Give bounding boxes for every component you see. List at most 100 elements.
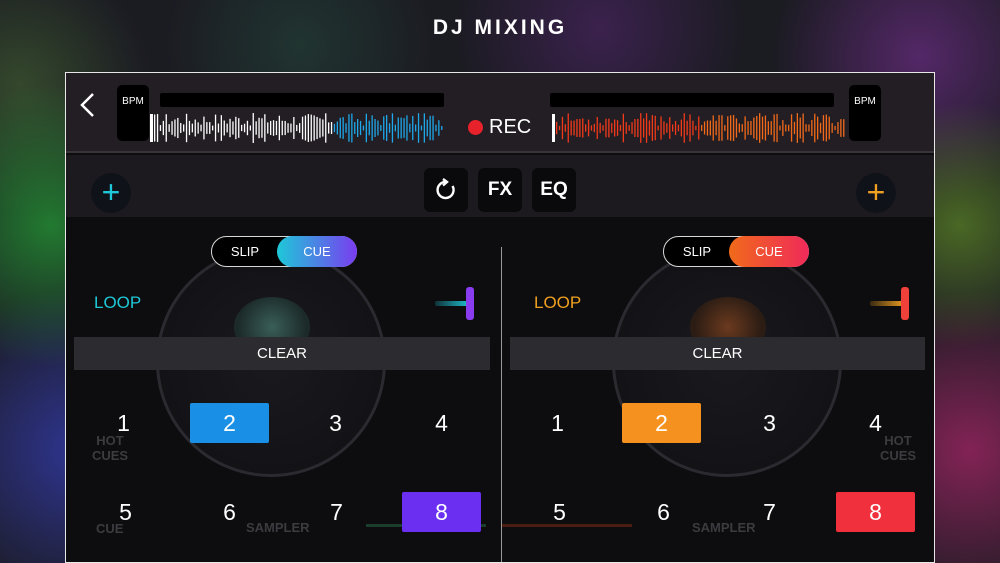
right-pad-7[interactable]: 7: [730, 492, 809, 532]
left-slip-cue-toggle[interactable]: SLIP CUE: [211, 235, 357, 267]
left-pad-4[interactable]: 4: [402, 403, 481, 443]
waveform-bar-segment: [648, 120, 651, 136]
right-waveform[interactable]: [552, 111, 852, 145]
waveform-bar-segment: [206, 122, 208, 134]
right-pad-4[interactable]: 4: [836, 403, 915, 443]
waveform-bar-segment: [825, 114, 827, 142]
waveform-bar-segment: [741, 124, 743, 132]
reset-button[interactable]: [424, 168, 468, 212]
waveform-bar-segment: [654, 115, 656, 141]
chevron-left-icon[interactable]: [78, 91, 98, 119]
waveform-bar-segment: [585, 124, 587, 132]
waveform-bar-segment: [759, 113, 761, 143]
waveform-bar-segment: [672, 124, 674, 132]
waveform-bar-segment: [799, 117, 801, 139]
left-slip-option[interactable]: SLIP: [212, 244, 278, 259]
waveform-bar-segment: [351, 113, 353, 143]
waveform-bar-segment: [709, 120, 711, 136]
waveform-bar-segment: [409, 123, 411, 133]
left-cue-option[interactable]: CUE: [277, 235, 357, 267]
waveform-bar-segment: [371, 115, 373, 141]
waveform-bar-segment: [200, 124, 202, 132]
waveform-bar-segment: [226, 123, 228, 133]
waveform-bar-segment: [223, 120, 225, 136]
eq-button[interactable]: EQ: [532, 168, 576, 212]
waveform-bar-segment: [663, 121, 665, 135]
right-slip-option[interactable]: SLIP: [664, 244, 730, 259]
left-pad-7[interactable]: 7: [297, 492, 376, 532]
waveform-bar-segment: [168, 124, 170, 132]
left-loop-label[interactable]: LOOP: [94, 293, 141, 313]
waveform-bar-segment: [301, 116, 304, 140]
right-pad-5[interactable]: 5: [520, 492, 599, 532]
waveform-bar-segment: [377, 120, 379, 136]
right-slip-cue-toggle[interactable]: SLIP CUE: [663, 235, 809, 267]
left-bpm-display[interactable]: BPM: [117, 85, 149, 141]
waveform-bar-segment: [174, 119, 176, 137]
right-deck: HOT CUES SAMPLER SLIP CUE LOOP CLEAR 1 2…: [502, 217, 934, 562]
waveform-bar-segment: [177, 117, 179, 139]
waveform-bar-segment: [721, 115, 723, 141]
waveform-bar-segment: [718, 115, 720, 141]
left-pad-1[interactable]: 1: [84, 403, 163, 443]
waveform-bar-segment: [674, 120, 677, 136]
left-pad-5[interactable]: 5: [86, 492, 165, 532]
right-loop-label[interactable]: LOOP: [534, 293, 581, 313]
playhead-marker[interactable]: [552, 114, 555, 142]
right-pad-2[interactable]: 2: [622, 403, 701, 443]
waveform-bar-segment: [808, 124, 810, 132]
waveform-bar-segment: [171, 121, 173, 135]
waveform-bar-segment: [249, 125, 251, 131]
waveform-bar-segment: [605, 118, 607, 138]
waveform-bar-segment: [811, 119, 813, 137]
playhead-marker[interactable]: [150, 114, 153, 142]
left-add-button[interactable]: +: [91, 173, 131, 213]
waveform-bar-segment: [703, 121, 706, 135]
waveform-bar-segment: [214, 114, 217, 142]
waveform-bar-segment: [593, 123, 595, 133]
right-pad-6[interactable]: 6: [624, 492, 703, 532]
mixer-panel: BPM REC BPM + FX EQ + HOT CUES CUE SAMPL…: [65, 72, 935, 563]
waveform-bar-segment: [677, 124, 680, 132]
waveform-bar-segment: [275, 120, 278, 136]
left-waveform[interactable]: [150, 111, 450, 145]
waveform-bar-segment: [770, 121, 772, 135]
waveform-bar-segment: [270, 120, 272, 136]
waveform-bar-segment: [261, 118, 263, 138]
waveform-bar-segment: [281, 120, 283, 136]
waveform-bar-segment: [238, 118, 240, 138]
left-pad-6[interactable]: 6: [190, 492, 269, 532]
waveform-bar-segment: [602, 125, 604, 131]
left-clear-button[interactable]: CLEAR: [74, 337, 490, 370]
rec-button[interactable]: REC: [468, 115, 531, 139]
waveform-bar-segment: [406, 115, 408, 141]
right-add-button[interactable]: +: [856, 173, 896, 213]
waveform-bar-segment: [290, 123, 292, 133]
waveform-bar-segment: [342, 117, 344, 139]
waveform-bar-segment: [365, 113, 367, 143]
waveform-bar-segment: [212, 125, 214, 131]
right-clear-button[interactable]: CLEAR: [510, 337, 925, 370]
right-pad-1[interactable]: 1: [518, 403, 597, 443]
waveform-bar-segment: [643, 118, 645, 138]
waveform-bar-segment: [220, 115, 222, 141]
right-cue-option[interactable]: CUE: [729, 235, 809, 267]
left-pad-8[interactable]: 8: [402, 492, 481, 532]
waveform-bar-segment: [689, 114, 691, 142]
fx-button[interactable]: FX: [478, 168, 522, 212]
waveform-bar-segment: [316, 116, 318, 140]
left-pad-3[interactable]: 3: [296, 403, 375, 443]
left-pad-2[interactable]: 2: [190, 403, 269, 443]
waveform-bar-segment: [183, 124, 185, 132]
waveform-bar-segment: [432, 115, 434, 141]
waveform-bar-segment: [732, 115, 735, 141]
right-pad-3[interactable]: 3: [730, 403, 809, 443]
waveform-bar-segment: [773, 114, 775, 142]
right-pad-8[interactable]: 8: [836, 492, 915, 532]
right-loop-slider[interactable]: [870, 287, 910, 321]
left-loop-slider[interactable]: [435, 287, 475, 321]
waveform-bar-segment: [354, 121, 356, 135]
right-bpm-display[interactable]: BPM: [849, 85, 881, 141]
plus-icon: +: [866, 174, 886, 210]
waveform-bar-segment: [165, 114, 167, 142]
